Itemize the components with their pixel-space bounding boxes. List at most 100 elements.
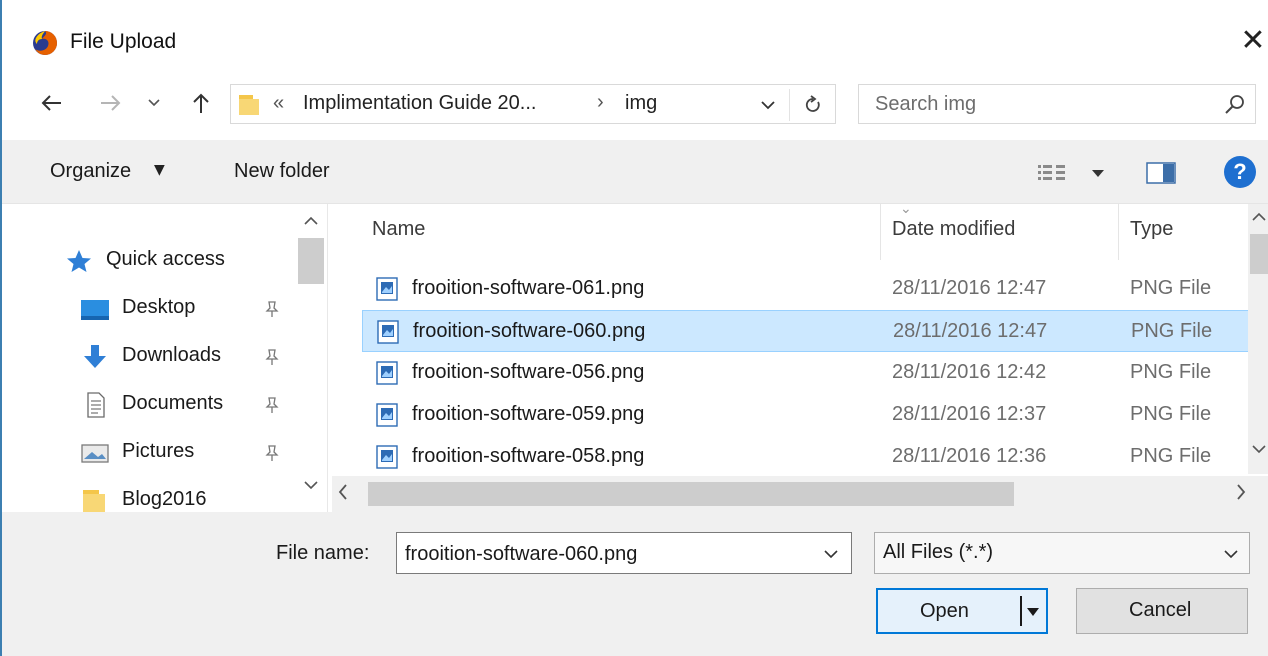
address-dropdown-button[interactable]: [755, 91, 781, 119]
close-icon[interactable]: ✕: [1238, 24, 1268, 58]
column-divider[interactable]: [880, 204, 881, 260]
recent-locations-button[interactable]: [142, 86, 166, 120]
chevron-up-icon[interactable]: [304, 216, 318, 226]
nav-item-label: Pictures: [122, 440, 195, 462]
chevron-down-icon: [761, 100, 775, 109]
file-type: PNG File: [1131, 320, 1213, 342]
organize-button[interactable]: Organize: [50, 160, 131, 183]
refresh-icon: [805, 95, 820, 112]
caret-down-icon[interactable]: ▼: [154, 162, 165, 178]
open-button-label: Open: [920, 600, 969, 622]
star-icon: [67, 250, 91, 272]
arrow-right-icon: [101, 95, 121, 111]
file-row[interactable]: frooition-software-059.png 28/11/2016 12…: [362, 394, 1250, 436]
folder-icon: [239, 95, 259, 115]
chevron-up-icon[interactable]: [1252, 212, 1266, 222]
file-row[interactable]: frooition-software-061.png 28/11/2016 12…: [362, 268, 1250, 310]
nav-item-label: Documents: [122, 392, 224, 414]
split-divider: [1020, 596, 1022, 626]
address-bar[interactable]: « Implimentation Guide 20... › img: [230, 84, 836, 124]
pin-icon[interactable]: [264, 300, 280, 318]
chevron-down-icon[interactable]: [821, 545, 841, 563]
scrollbar-thumb[interactable]: [1250, 234, 1268, 274]
nav-item-desktop[interactable]: Desktop: [2, 286, 294, 332]
file-date: 28/11/2016 12:36: [892, 445, 1047, 467]
file-list-horizontal-scrollbar[interactable]: [332, 476, 1268, 512]
file-upload-dialog: File Upload ✕ « Implimentation Guide 20.…: [0, 0, 1268, 656]
scrollbar-thumb[interactable]: [368, 482, 1014, 506]
desktop-icon: [81, 300, 109, 320]
breadcrumb-parent[interactable]: Implimentation Guide 20...: [303, 92, 536, 115]
pin-icon[interactable]: [264, 348, 280, 366]
column-header-type[interactable]: Type: [1130, 218, 1173, 241]
title-bar: File Upload ✕: [2, 18, 1268, 68]
column-divider[interactable]: [1118, 204, 1119, 260]
file-name: frooition-software-059.png: [412, 403, 645, 425]
arrow-up-icon: [193, 93, 209, 113]
file-type: PNG File: [1130, 445, 1212, 467]
change-view-icon[interactable]: [1036, 160, 1106, 188]
refresh-button[interactable]: [799, 91, 827, 119]
nav-item-quick-access[interactable]: Quick access: [2, 238, 294, 284]
cancel-button[interactable]: Cancel: [1076, 588, 1248, 634]
new-folder-button[interactable]: New folder: [234, 160, 330, 183]
back-button[interactable]: [36, 86, 66, 120]
scrollbar-thumb[interactable]: [298, 238, 324, 284]
documents-icon: [87, 392, 105, 418]
forward-button[interactable]: [96, 86, 126, 120]
file-row[interactable]: frooition-software-058.png 28/11/2016 12…: [362, 436, 1250, 478]
navigation-pane: Quick access Desktop Downloads Documents…: [2, 204, 328, 512]
file-type-select[interactable]: All Files (*.*): [874, 532, 1250, 574]
breadcrumb-current[interactable]: img: [625, 92, 657, 115]
column-header-date[interactable]: Date modified: [892, 218, 1015, 241]
chevron-left-icon[interactable]: [338, 484, 348, 500]
file-name: frooition-software-058.png: [412, 445, 645, 467]
breadcrumb-separator[interactable]: ›: [597, 91, 604, 114]
file-name-input[interactable]: frooition-software-060.png: [405, 543, 637, 566]
chevron-down-icon[interactable]: [304, 480, 318, 490]
file-type-value: All Files (*.*): [883, 541, 994, 563]
nav-item-blog2016[interactable]: Blog2016: [2, 478, 294, 512]
pin-icon[interactable]: [264, 396, 280, 414]
up-button[interactable]: [186, 86, 216, 120]
search-icon[interactable]: [1223, 93, 1247, 117]
window-title: File Upload: [70, 30, 177, 53]
column-header-name[interactable]: Name: [372, 218, 425, 241]
nav-item-pictures[interactable]: Pictures: [2, 430, 294, 476]
pin-icon[interactable]: [264, 444, 280, 462]
file-date: 28/11/2016 12:47: [893, 320, 1048, 342]
image-file-icon: [376, 277, 398, 301]
file-list-vertical-scrollbar[interactable]: [1248, 204, 1268, 474]
file-row-selected[interactable]: frooition-software-060.png 28/11/2016 12…: [362, 310, 1250, 352]
pictures-icon: [81, 444, 109, 463]
file-name: frooition-software-056.png: [412, 361, 645, 383]
search-input[interactable]: Search img: [875, 93, 976, 116]
chevron-right-icon[interactable]: [1236, 484, 1246, 500]
file-name: frooition-software-061.png: [412, 277, 645, 299]
image-file-icon: [376, 361, 398, 385]
preview-pane-icon[interactable]: [1146, 160, 1176, 186]
breadcrumb-overflow[interactable]: «: [273, 92, 284, 115]
chevron-down-icon[interactable]: [1221, 545, 1241, 563]
file-list: ⌄ Name Date modified Type frooition-soft…: [332, 204, 1268, 512]
search-box[interactable]: Search img: [858, 84, 1256, 124]
downloads-icon: [84, 345, 106, 368]
file-name-combobox[interactable]: frooition-software-060.png: [396, 532, 852, 574]
open-button[interactable]: Open: [876, 588, 1048, 634]
file-date: 28/11/2016 12:47: [892, 277, 1047, 299]
file-date: 28/11/2016 12:42: [892, 361, 1047, 383]
caret-down-icon[interactable]: [1026, 602, 1040, 620]
nav-item-label: Downloads: [122, 344, 221, 366]
help-icon[interactable]: ?: [1224, 156, 1256, 188]
chevron-down-icon[interactable]: [1252, 444, 1266, 454]
file-row[interactable]: frooition-software-056.png 28/11/2016 12…: [362, 352, 1250, 394]
nav-item-documents[interactable]: Documents: [2, 382, 294, 428]
chevron-down-icon: [148, 99, 160, 107]
nav-item-label: Blog2016: [122, 488, 207, 510]
sort-indicator-icon: ⌄: [900, 204, 912, 216]
nav-item-downloads[interactable]: Downloads: [2, 334, 294, 380]
nav-pane-scrollbar[interactable]: [296, 204, 326, 512]
file-name: frooition-software-060.png: [413, 320, 646, 342]
firefox-icon: [33, 31, 57, 55]
image-file-icon: [377, 320, 399, 344]
